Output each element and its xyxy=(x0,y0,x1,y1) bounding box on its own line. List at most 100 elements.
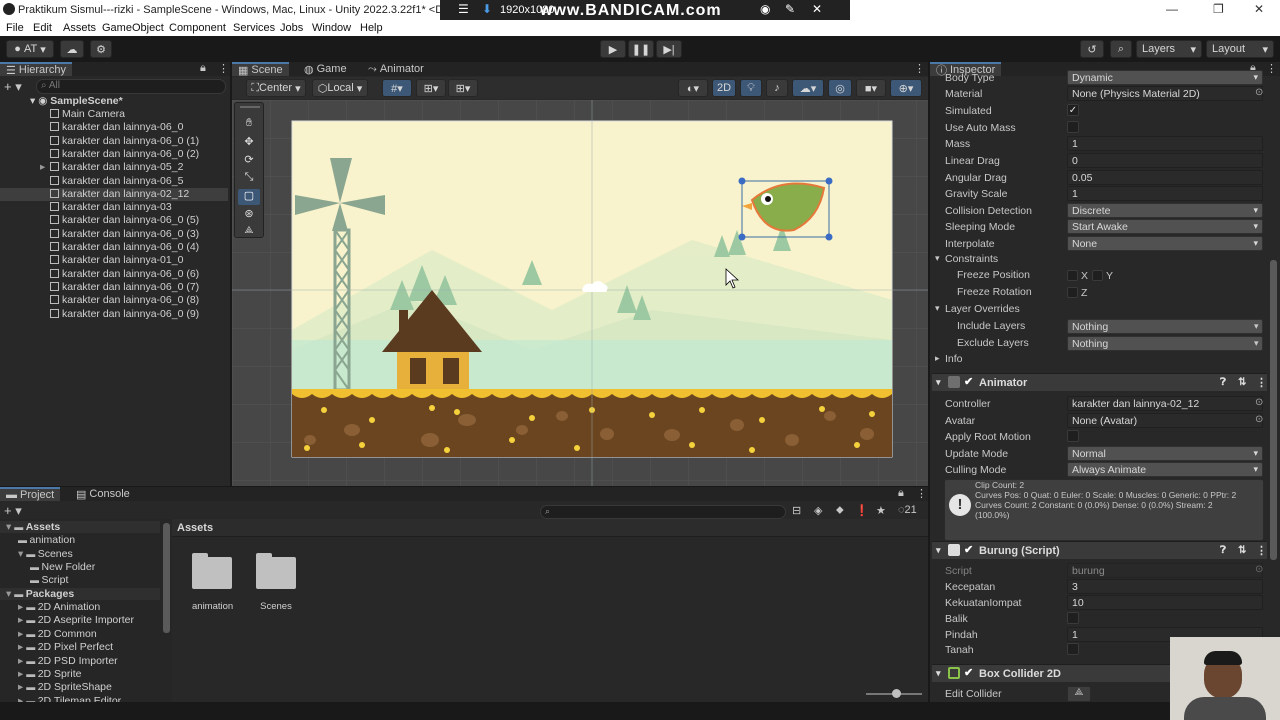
history-button[interactable]: ↺ xyxy=(1080,40,1104,58)
chevron-down-icon[interactable]: ▾ xyxy=(936,377,941,388)
project-tree-item[interactable]: ▸ ▬ 2D Animation xyxy=(18,601,172,613)
dropdown-field[interactable]: None xyxy=(1067,236,1263,251)
preset-icon[interactable]: ⇅ xyxy=(1238,545,1246,556)
camera-settings-button[interactable]: ■▾ xyxy=(856,79,886,97)
tree-scrollbar[interactable] xyxy=(163,523,170,633)
pivot-dropdown[interactable]: ⛶ Center ▾ xyxy=(246,79,306,97)
filter-type-icon[interactable]: ⊟ xyxy=(792,504,801,517)
hierarchy-item[interactable]: karakter dan lainnya-06_0 (7) xyxy=(0,281,228,294)
lighting-toggle[interactable]: 💡︎ xyxy=(740,79,762,97)
project-tree-item[interactable]: ▸ ▬ 2D Sprite xyxy=(18,668,172,680)
hierarchy-item[interactable]: karakter dan lainnya-06_0 (5) xyxy=(0,214,228,227)
hand-tool-icon[interactable]: ✋︎ xyxy=(238,117,260,133)
draw-mode-dropdown[interactable]: ◐▾ xyxy=(678,79,708,97)
project-tree-item[interactable]: ▾ ▬ Packages xyxy=(0,587,160,600)
box-collider-header[interactable]: ▾ ✔ Box Collider 2D xyxy=(932,664,1170,682)
project-tree-item[interactable]: ▾ ▬ Assets xyxy=(0,521,160,533)
checkbox[interactable] xyxy=(1067,121,1079,133)
value-field[interactable]: 0.05 xyxy=(1067,170,1263,185)
enabled-checkbox[interactable]: ✔ xyxy=(964,543,973,556)
favorite-star-icon[interactable]: ★ xyxy=(876,504,886,517)
hierarchy-item[interactable]: karakter dan lainnya-06_0 (3) xyxy=(0,228,228,241)
chevron-down-icon[interactable]: ▾ xyxy=(935,303,940,314)
hierarchy-search-input[interactable]: ⌕ All xyxy=(36,79,226,94)
enabled-checkbox[interactable]: ✔ xyxy=(964,666,973,679)
object-picker-icon[interactable]: ⊙ xyxy=(1255,414,1263,425)
inspector-scrollbar[interactable] xyxy=(1270,260,1277,560)
hierarchy-item[interactable]: karakter dan lainnya-06_0 (1) xyxy=(0,135,228,148)
enabled-checkbox[interactable]: ✔ xyxy=(964,375,973,388)
expand-arrow-icon[interactable]: ▸ xyxy=(18,668,26,680)
menu-component[interactable]: Component xyxy=(169,22,226,34)
layout-dropdown[interactable]: Layout ▾ xyxy=(1206,40,1274,58)
menu-help[interactable]: Help xyxy=(360,22,383,34)
rect-tool-icon[interactable]: ▢ xyxy=(238,189,260,205)
expand-arrow-icon[interactable]: ▸ xyxy=(18,601,26,613)
hierarchy-item[interactable]: karakter dan lainnya-02_12 xyxy=(0,187,228,201)
create-button[interactable]: + ▾ xyxy=(4,503,22,519)
menu-window[interactable]: Window xyxy=(312,22,351,34)
search-button[interactable]: ⌕ xyxy=(1110,40,1132,58)
freeze-z-checkbox[interactable] xyxy=(1067,287,1078,298)
more-icon[interactable]: ⋮ xyxy=(1266,62,1277,75)
checkbox[interactable] xyxy=(1067,430,1079,442)
ruler-button[interactable]: ⊞▾ xyxy=(448,79,478,97)
slider-handle[interactable] xyxy=(892,689,901,698)
object-picker-icon[interactable]: ⊙ xyxy=(1255,87,1263,98)
more-icon[interactable]: ⋮ xyxy=(1256,376,1267,389)
hierarchy-item[interactable]: karakter dan lainnya-06_0 (6) xyxy=(0,268,228,281)
scene-root[interactable]: ▾ ◉ SampleScene* xyxy=(0,95,228,108)
menu-file[interactable]: File xyxy=(6,22,24,34)
project-tree-item[interactable]: ▸ ▬ 2D SpriteShape xyxy=(18,681,172,693)
hierarchy-item[interactable]: karakter dan lainnya-06_0 xyxy=(0,121,228,134)
hierarchy-item[interactable]: karakter dan lainnya-06_0 (8) xyxy=(0,294,228,307)
value-field[interactable]: 10 xyxy=(1067,595,1263,610)
expand-arrow-icon[interactable]: ▾ xyxy=(6,521,14,533)
step-button[interactable]: ▶| xyxy=(656,40,682,58)
scale-tool-icon[interactable]: ⤡ xyxy=(238,171,260,187)
animator-header[interactable]: ▾ ✔ Animator ❓︎ ⇅ ⋮ xyxy=(932,373,1267,391)
hierarchy-item[interactable]: karakter dan lainnya-06_5 xyxy=(0,175,228,188)
expand-arrow-icon[interactable]: ▸ xyxy=(18,628,26,640)
checkbox[interactable] xyxy=(1067,612,1079,624)
pencil-icon[interactable]: ✎ xyxy=(785,2,795,16)
tab-animator[interactable]: ⤳ Animator xyxy=(362,62,430,76)
burung-script-header[interactable]: ▾ ✔ Burung (Script) ❓︎ ⇅ ⋮ xyxy=(932,541,1267,559)
tab-game[interactable]: ◍ Game xyxy=(298,62,353,76)
layers-dropdown[interactable]: Layers ▾ xyxy=(1136,40,1202,58)
pause-button[interactable]: ❚❚ xyxy=(628,40,654,58)
tab-scene[interactable]: ▦ Scene xyxy=(232,62,289,77)
dropdown-field[interactable]: Always Animate xyxy=(1067,462,1263,477)
dropdown-field[interactable]: Start Awake xyxy=(1067,219,1263,234)
menu-services[interactable]: Services xyxy=(233,22,275,34)
expand-arrow-icon[interactable]: ▾ xyxy=(6,588,14,600)
more-icon[interactable]: ⋮ xyxy=(916,487,927,500)
lock-icon[interactable]: 🔒︎ xyxy=(200,62,206,75)
more-icon[interactable]: ⋮ xyxy=(218,62,229,75)
object-field[interactable]: burung xyxy=(1067,563,1263,578)
menu-assets[interactable]: Assets xyxy=(63,22,96,34)
help-icon[interactable]: ❓︎ xyxy=(1220,377,1226,388)
account-button[interactable]: ● AT ▾ xyxy=(6,40,54,58)
close-overlay-icon[interactable]: ✕ xyxy=(812,2,822,16)
expand-arrow-icon[interactable]: ▸ xyxy=(18,641,26,653)
effects-toggle[interactable]: ☁▾ xyxy=(792,79,824,97)
chevron-right-icon[interactable]: ▸ xyxy=(935,353,940,364)
play-button[interactable]: ▶ xyxy=(600,40,626,58)
menu-gameobject[interactable]: GameObject xyxy=(102,22,164,34)
expand-arrow-icon[interactable]: ▸ xyxy=(18,655,26,667)
snap-increment-button[interactable]: ⊞▾ xyxy=(416,79,446,97)
chevron-down-icon[interactable]: ▾ xyxy=(936,668,941,679)
audio-toggle[interactable]: ♪ xyxy=(766,79,788,97)
menu-jobs[interactable]: Jobs xyxy=(280,22,303,34)
value-field[interactable]: 0 xyxy=(1067,153,1263,168)
project-tree-item[interactable]: ▸ ▬ 2D Common xyxy=(18,628,172,640)
dropdown-field[interactable]: Discrete xyxy=(1067,203,1263,218)
minimize-button[interactable]: — xyxy=(1166,2,1178,16)
maximize-button[interactable]: ❐ xyxy=(1213,2,1224,16)
project-tree-item[interactable]: ▬ animation xyxy=(18,534,172,546)
rotate-tool-icon[interactable]: ⟳ xyxy=(238,153,260,169)
value-field[interactable]: 1 xyxy=(1067,136,1263,151)
lock-icon[interactable]: 🔒︎ xyxy=(898,487,904,500)
hierarchy-item[interactable]: karakter dan lainnya-03 xyxy=(0,201,228,214)
